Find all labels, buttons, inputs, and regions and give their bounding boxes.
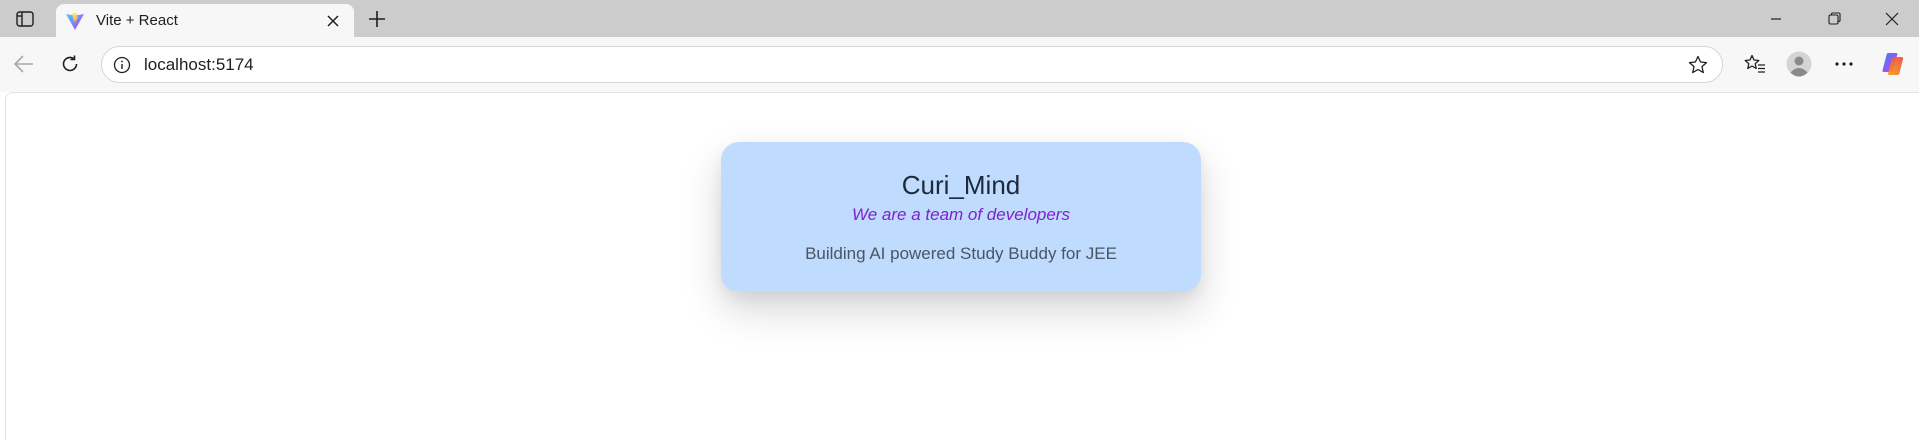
card-description: Building AI powered Study Buddy for JEE — [805, 244, 1117, 263]
vite-logo-icon — [66, 12, 84, 30]
tab-actions-button[interactable] — [10, 6, 40, 32]
favorites-button[interactable] — [1738, 47, 1772, 81]
back-button[interactable] — [7, 47, 41, 81]
tab-strip: Vite + React — [0, 0, 1919, 37]
card-tagline: We are a team of developers — [852, 205, 1070, 224]
restore-button[interactable] — [1804, 0, 1864, 37]
close-icon — [327, 15, 339, 27]
close-window-button[interactable] — [1862, 0, 1919, 37]
close-icon — [1885, 12, 1899, 25]
copilot-icon — [1882, 53, 1904, 75]
reload-icon — [62, 55, 78, 72]
info-icon — [113, 56, 131, 74]
restore-icon — [1827, 12, 1841, 25]
star-icon — [1688, 55, 1708, 74]
page-viewport: Curi_Mind We are a team of developers Bu… — [5, 92, 1919, 440]
avatar — [1786, 51, 1812, 77]
more-icon — [1835, 62, 1853, 66]
add-favorite-button[interactable] — [1684, 51, 1712, 79]
minimize-button[interactable] — [1746, 0, 1806, 37]
tab-title: Vite + React — [96, 12, 178, 29]
favorites-icon — [1744, 54, 1765, 73]
address-bar[interactable]: localhost:5174 — [101, 46, 1723, 83]
url-text[interactable]: localhost:5174 — [144, 55, 254, 75]
new-tab-button[interactable] — [362, 6, 392, 32]
card-title: Curi_Mind — [901, 170, 1021, 200]
tab-actions-icon — [16, 11, 34, 27]
arrow-left-icon — [14, 55, 33, 73]
plus-icon — [369, 11, 385, 27]
team-card: Curi_Mind We are a team of developers Bu… — [721, 142, 1201, 292]
copilot-button[interactable] — [1876, 47, 1910, 81]
browser-toolbar: localhost:5174 — [0, 37, 1919, 92]
profile-button[interactable] — [1782, 47, 1816, 81]
reload-button[interactable] — [53, 47, 87, 81]
settings-more-button[interactable] — [1827, 47, 1861, 81]
tab-close-button[interactable] — [322, 10, 344, 32]
site-info-button[interactable] — [110, 53, 134, 77]
minimize-icon — [1771, 17, 1781, 20]
tab-vite-react[interactable]: Vite + React — [56, 4, 354, 37]
